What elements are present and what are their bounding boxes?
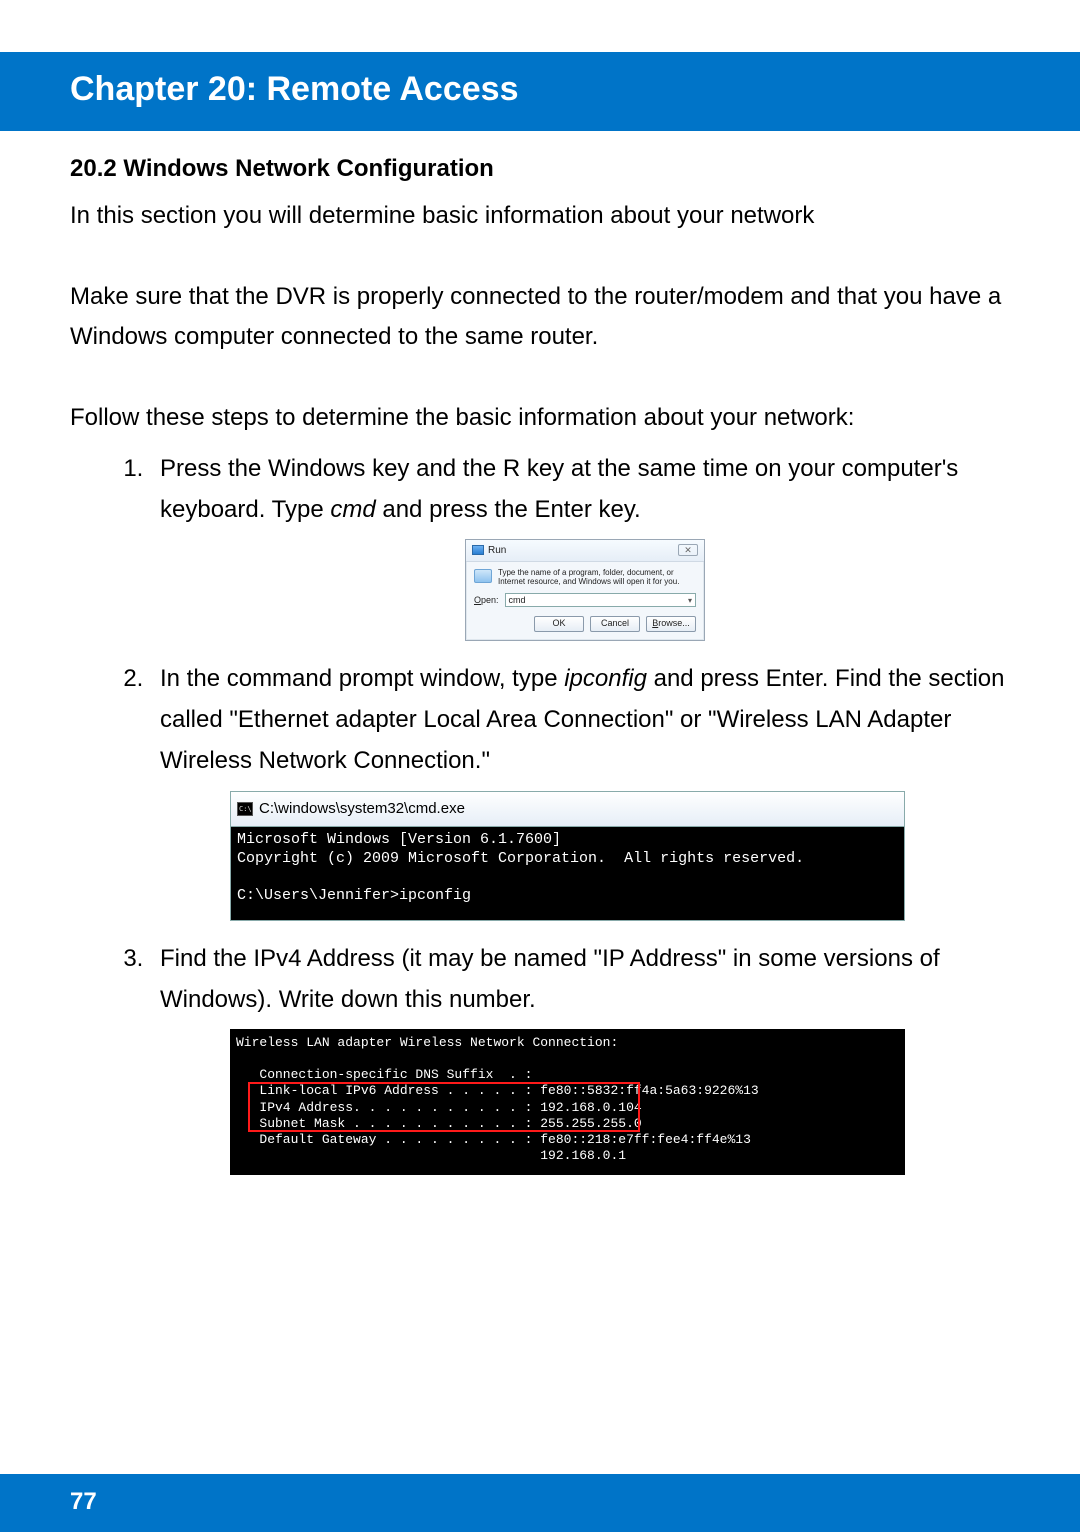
cmd-output-2: Wireless LAN adapter Wireless Network Co… bbox=[230, 1029, 905, 1175]
page-number: 77 bbox=[70, 1488, 97, 1515]
cmd-title-text: C:\windows\system32\cmd.exe bbox=[259, 796, 465, 822]
follow-paragraph: Follow these steps to determine the basi… bbox=[70, 398, 1010, 439]
cmd-window-titlebar: C:\windows\system32\cmd.exe bbox=[230, 791, 905, 826]
highlight-box bbox=[248, 1082, 640, 1132]
step-3: Find the IPv4 Address (it may be named "… bbox=[150, 939, 1010, 1175]
run-description: Type the name of a program, folder, docu… bbox=[498, 568, 696, 587]
open-label: Open: bbox=[474, 593, 499, 608]
step-2: In the command prompt window, type ipcon… bbox=[150, 659, 1010, 921]
run-icon bbox=[472, 545, 484, 555]
cmd-output-1: Microsoft Windows [Version 6.1.7600] Cop… bbox=[230, 826, 905, 921]
open-input[interactable]: cmd ▾ bbox=[505, 593, 696, 607]
prereq-paragraph: Make sure that the DVR is properly conne… bbox=[70, 277, 1010, 359]
run-title-text: Run bbox=[488, 542, 506, 559]
browse-button[interactable]: Browse... bbox=[646, 616, 696, 632]
cmd-icon bbox=[237, 802, 253, 816]
step-2-text-a: In the command prompt window, type bbox=[160, 665, 564, 692]
run-dialog: Run ✕ Type the name of a program, folder… bbox=[465, 539, 705, 641]
intro-paragraph: In this section you will determine basic… bbox=[70, 196, 1010, 237]
step-1: Press the Windows key and the R key at t… bbox=[150, 449, 1010, 641]
step-2-cmd: ipconfig bbox=[564, 665, 647, 692]
dropdown-icon[interactable]: ▾ bbox=[688, 594, 692, 608]
run-dialog-titlebar: Run ✕ bbox=[466, 540, 704, 562]
run-program-icon bbox=[474, 569, 492, 583]
step-1-text-b: and press the Enter key. bbox=[376, 496, 641, 523]
ok-button[interactable]: OK bbox=[534, 616, 584, 632]
chapter-title: Chapter 20: Remote Access bbox=[0, 52, 1080, 131]
section-heading: 20.2 Windows Network Configuration bbox=[70, 149, 1010, 190]
step-1-cmd: cmd bbox=[330, 496, 375, 523]
close-icon[interactable]: ✕ bbox=[678, 544, 698, 556]
page-footer: 77 bbox=[0, 1474, 1080, 1532]
step-3-text: Find the IPv4 Address (it may be named "… bbox=[160, 945, 940, 1013]
cancel-button[interactable]: Cancel bbox=[590, 616, 640, 632]
open-input-value: cmd bbox=[509, 593, 526, 608]
